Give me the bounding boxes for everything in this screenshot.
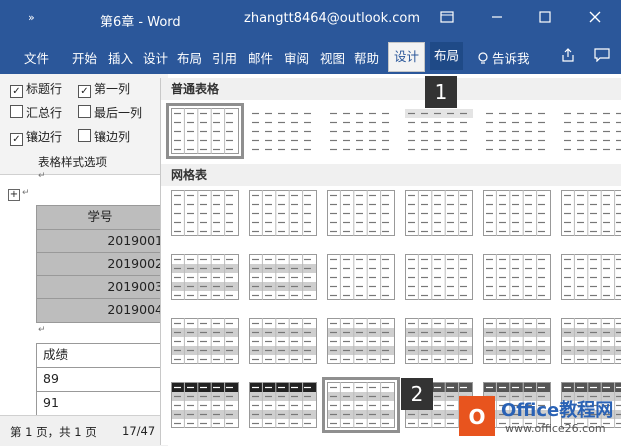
table-style-thumbnail[interactable]	[171, 382, 239, 428]
option-banded-rows[interactable]: ✓镶边行	[10, 128, 62, 146]
table-style-thumbnail[interactable]	[249, 318, 317, 364]
table-style-thumbnail[interactable]	[249, 108, 317, 154]
table-style-thumbnail[interactable]	[483, 108, 551, 154]
option-header-row[interactable]: ✓标题行	[10, 80, 62, 98]
table-style-thumbnail[interactable]	[171, 190, 239, 236]
table-style-options: ✓标题行 ✓第一列 汇总行 最后一列 ✓镶边行 镶边列 表格样式选项	[0, 74, 168, 175]
group-caption: 表格样式选项	[38, 154, 107, 170]
table-cell[interactable]: 2019002	[37, 252, 163, 275]
checkbox-banded-rows[interactable]: ✓	[10, 133, 23, 146]
comment-icon[interactable]	[594, 48, 610, 65]
maximize-icon[interactable]	[534, 8, 556, 30]
section-grid-tables: 网格表	[161, 164, 621, 186]
word-count[interactable]: 17/47	[122, 424, 155, 438]
table-header-cell[interactable]: 学号	[37, 206, 163, 228]
watermark-url: www.office26.com	[505, 422, 606, 435]
document-title: 第6章 - Word	[100, 11, 181, 30]
tab-references[interactable]: 引用	[212, 48, 237, 67]
table-style-thumbnail[interactable]	[405, 318, 473, 364]
table-style-thumbnail[interactable]	[327, 318, 395, 364]
checkbox-header-row[interactable]: ✓	[10, 85, 23, 98]
table-cell[interactable]: 2019001	[37, 229, 163, 252]
lightbulb-icon	[478, 52, 488, 65]
checkbox-banded-columns[interactable]	[78, 129, 91, 142]
option-banded-columns[interactable]: 镶边列	[78, 128, 130, 145]
paragraph-mark: ↵	[38, 325, 46, 335]
page-indicator[interactable]: 第 1 页，共 1 页	[10, 424, 97, 440]
table-style-thumbnail[interactable]	[483, 254, 551, 300]
grade-label[interactable]: 成绩	[43, 344, 68, 366]
table-style-thumbnail[interactable]	[249, 254, 317, 300]
table-style-thumbnail[interactable]	[561, 254, 621, 300]
watermark-brand: Office教程网	[501, 396, 613, 422]
tab-mailings[interactable]: 邮件	[248, 48, 273, 67]
table-style-thumbnail[interactable]	[249, 382, 317, 428]
option-first-column[interactable]: ✓第一列	[78, 80, 130, 98]
close-icon[interactable]	[584, 8, 606, 30]
table-style-thumbnail[interactable]	[327, 382, 395, 428]
share-icon[interactable]	[560, 47, 576, 66]
tab-design[interactable]: 设计	[143, 48, 168, 67]
option-total-row[interactable]: 汇总行	[10, 104, 62, 121]
tell-me[interactable]: 告诉我	[478, 48, 530, 67]
table-style-thumbnail[interactable]	[405, 108, 473, 154]
grade-value-cut[interactable]: 91	[43, 392, 59, 414]
option-last-column[interactable]: 最后一列	[78, 104, 142, 121]
grade-table[interactable]: 成绩 89 91	[36, 343, 169, 421]
table-style-thumbnail[interactable]	[249, 190, 317, 236]
table-style-thumbnail[interactable]	[327, 190, 395, 236]
callout-step-2: 2	[401, 378, 433, 410]
table-style-thumbnail[interactable]	[561, 318, 621, 364]
tab-insert[interactable]: 插入	[108, 48, 133, 67]
tab-help[interactable]: 帮助	[354, 48, 379, 67]
paragraph-mark: ↵	[38, 171, 46, 181]
checkbox-first-column[interactable]: ✓	[78, 85, 91, 98]
document-area: ↵ + ↵ 学号 2019001 2019002 2019003 2019004…	[0, 175, 168, 415]
status-bar: 第 1 页，共 1 页 17/47	[0, 415, 168, 446]
quick-access-more[interactable]: »	[28, 11, 35, 24]
table-style-thumbnail[interactable]	[561, 190, 621, 236]
tab-home[interactable]: 开始	[72, 48, 97, 67]
table-cell[interactable]: 2019003	[37, 275, 163, 298]
tab-table-design[interactable]: 设计	[388, 42, 425, 72]
table-style-thumbnail[interactable]	[405, 190, 473, 236]
table-style-thumbnail[interactable]	[171, 108, 239, 154]
table-style-thumbnail[interactable]	[327, 108, 395, 154]
paragraph-mark: ↵	[22, 188, 30, 198]
table-style-thumbnail[interactable]	[171, 254, 239, 300]
tab-view[interactable]: 视图	[320, 48, 345, 67]
checkbox-total-row[interactable]	[10, 105, 23, 118]
table-move-handle[interactable]: +	[8, 189, 20, 201]
ribbon-display-icon[interactable]	[436, 8, 458, 30]
tab-table-layout[interactable]: 布局	[430, 42, 463, 70]
watermark: O Office教程网 www.office26.com	[455, 382, 621, 445]
table-style-thumbnail[interactable]	[327, 254, 395, 300]
ribbon-tabs: 文件 开始 插入 设计 布局 引用 邮件 审阅 视图 帮助 设计 布局 告诉我	[0, 38, 621, 74]
tab-layout[interactable]: 布局	[177, 48, 202, 67]
svg-text:O: O	[468, 405, 485, 429]
table-style-thumbnail[interactable]	[405, 254, 473, 300]
tab-file[interactable]: 文件	[24, 48, 49, 67]
title-bar: » 第6章 - Word zhangtt8464@outlook.com	[0, 0, 621, 38]
minimize-icon[interactable]	[486, 8, 508, 30]
tab-review[interactable]: 审阅	[284, 48, 309, 67]
document-table[interactable]: 学号 2019001 2019002 2019003 2019004	[36, 205, 170, 323]
table-style-thumbnail[interactable]	[483, 190, 551, 236]
tell-me-label: 告诉我	[492, 51, 530, 66]
table-style-thumbnail[interactable]	[561, 108, 621, 154]
checkbox-last-column[interactable]	[78, 105, 91, 118]
callout-step-1: 1	[425, 76, 457, 108]
section-plain-tables: 普通表格	[161, 78, 621, 100]
table-cell[interactable]: 2019004	[37, 298, 163, 321]
table-style-thumbnail[interactable]	[483, 318, 551, 364]
grade-value[interactable]: 89	[43, 368, 59, 390]
account-name[interactable]: zhangtt8464@outlook.com	[244, 11, 420, 26]
table-style-thumbnail[interactable]	[171, 318, 239, 364]
